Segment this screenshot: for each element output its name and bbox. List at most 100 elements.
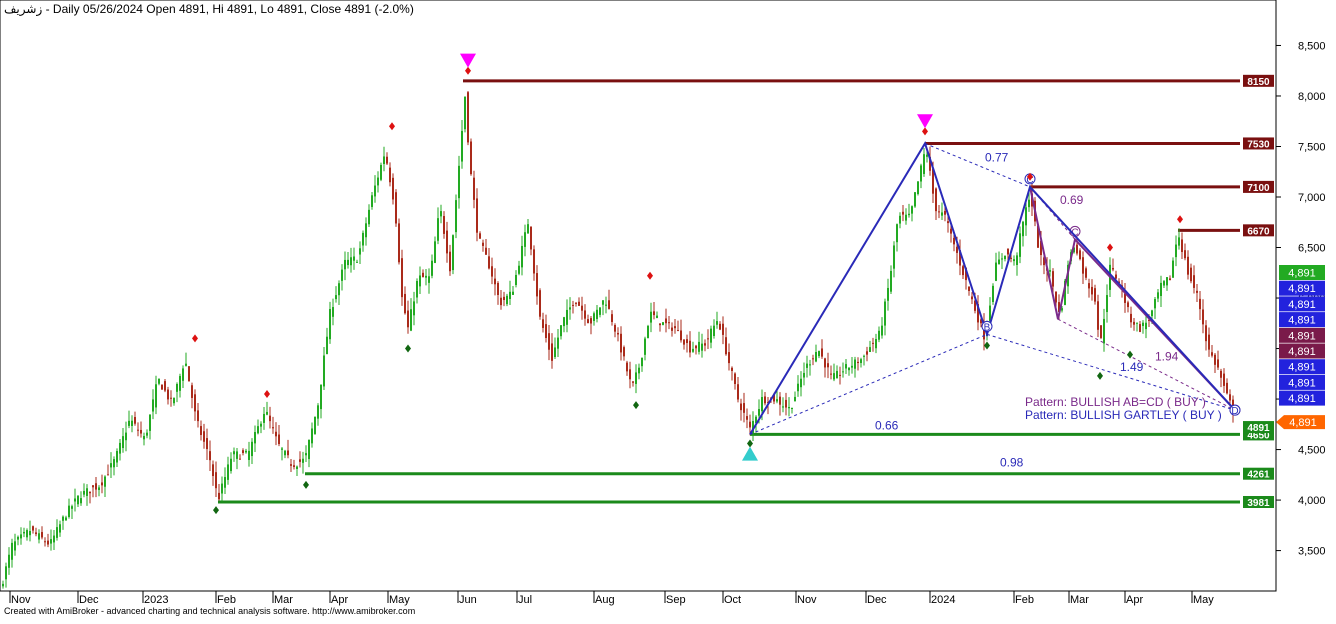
candle-body (89, 491, 91, 494)
candle-body (233, 451, 235, 455)
candle-body (152, 399, 154, 412)
candle-body (695, 345, 697, 349)
candle-body (326, 336, 328, 355)
candle-body (713, 325, 715, 336)
candle-body (956, 246, 958, 253)
x-tick-label: Sep (666, 594, 686, 606)
candle-body (386, 156, 388, 164)
candle-body (128, 420, 130, 426)
candle-body (506, 295, 508, 305)
candle-body (353, 256, 355, 261)
candle-body (587, 319, 589, 324)
candle-body (107, 474, 109, 476)
candle-body (1205, 325, 1207, 342)
candle-body (725, 337, 727, 355)
candle-body (1199, 298, 1201, 310)
candle-body (335, 295, 337, 300)
candle-body (887, 287, 889, 301)
candle-body (188, 366, 190, 382)
candle-body (371, 195, 373, 207)
candle-body (449, 251, 451, 272)
candle-body (926, 154, 928, 157)
candle-body (344, 259, 346, 270)
candle-body (779, 396, 781, 405)
x-tick-label: Apr (331, 594, 348, 606)
candle-body (473, 177, 475, 200)
candle-body (1130, 313, 1132, 323)
candle-body (272, 427, 274, 429)
candle-body (575, 302, 577, 304)
candle-body (218, 492, 220, 500)
candle-body (1175, 244, 1177, 258)
candle-body (917, 181, 919, 195)
candle-body (938, 211, 940, 213)
candle-body (845, 364, 847, 369)
x-tick-label: Dec (867, 594, 887, 606)
y-tick-label: 4,000 (1298, 495, 1326, 507)
candle-body (1193, 275, 1195, 288)
y-tick-label: 7,000 (1298, 192, 1326, 204)
candle-body (995, 262, 997, 281)
candle-body (293, 465, 295, 467)
candle-body (800, 378, 802, 388)
candle-body (215, 472, 217, 489)
candle-body (368, 209, 370, 225)
candle-body (614, 324, 616, 332)
candle-body (41, 532, 43, 538)
candle-body (551, 343, 553, 361)
candle-body (260, 423, 262, 427)
candle-body (179, 376, 181, 391)
candle-body (716, 321, 718, 325)
candle-body (59, 524, 61, 533)
candle-body (791, 408, 793, 410)
candle-body (638, 367, 640, 374)
candle-body (1127, 302, 1129, 308)
candle-body (44, 541, 46, 543)
candle-body (692, 348, 694, 352)
level-label: 7530 (1247, 139, 1270, 150)
y-tick-label: 4,500 (1298, 445, 1326, 457)
candle-body (65, 517, 67, 521)
candle-body (1163, 281, 1165, 286)
y-tick-label: 6,500 (1298, 243, 1326, 255)
pattern-ratio-label: 0.69 (1060, 193, 1084, 207)
candle-body (146, 432, 148, 436)
chart-header: زشريف - Daily 05/26/2024 Open 4891, Hi 4… (4, 2, 414, 16)
y-tick-label: 3,500 (1298, 546, 1326, 558)
candle-body (545, 324, 547, 339)
candle-body (644, 338, 646, 355)
candle-body (761, 397, 763, 412)
candle-body (125, 432, 127, 441)
candle-body (467, 92, 469, 143)
candle-body (605, 304, 607, 306)
candle-body (581, 305, 583, 311)
candle-body (476, 198, 478, 233)
candle-body (1166, 277, 1168, 286)
candle-body (1019, 233, 1021, 257)
candle-body (86, 488, 88, 496)
candle-body (863, 355, 865, 357)
candle-body (626, 362, 628, 372)
candle-body (1088, 283, 1090, 289)
pattern-ratio-label: 1.94 (1155, 350, 1179, 364)
candle-body (686, 339, 688, 344)
candle-body (98, 487, 100, 491)
candle-body (566, 309, 568, 325)
candle-body (392, 177, 394, 200)
candle-body (1016, 255, 1018, 265)
candle-body (839, 374, 841, 376)
candle-body (920, 165, 922, 182)
candle-body (491, 266, 493, 277)
candle-body (512, 291, 514, 295)
candle-body (914, 192, 916, 207)
candle-body (896, 224, 898, 243)
candle-body (704, 343, 706, 346)
price-tag-label: 4,891 (1288, 283, 1316, 295)
candle-body (1100, 325, 1102, 338)
candle-body (1079, 250, 1081, 260)
price-tag-label: 4,891 (1288, 299, 1316, 311)
candle-body (20, 534, 22, 539)
candle-body (242, 450, 244, 453)
candle-body (314, 416, 316, 434)
candle-body (275, 431, 277, 437)
